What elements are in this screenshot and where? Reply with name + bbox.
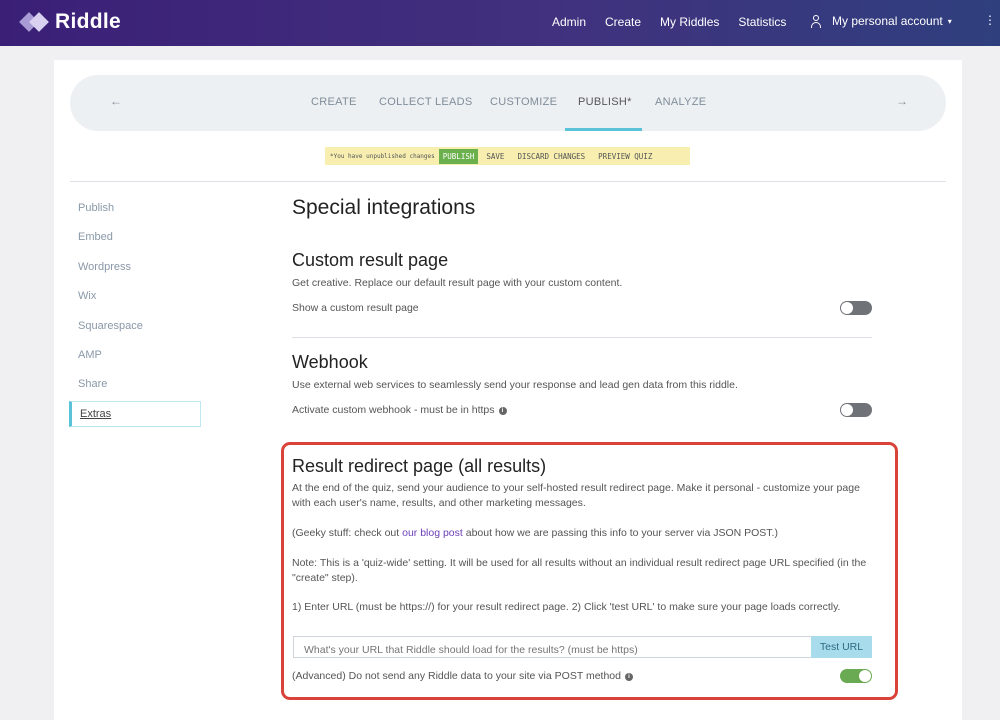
tab-customize[interactable]: CUSTOMIZE (490, 96, 557, 108)
sidebar-item-amp[interactable]: AMP (78, 349, 102, 361)
discard-changes-button[interactable]: DISCARD CHANGES (517, 152, 585, 161)
chevron-down-icon: ▾ (947, 16, 952, 26)
sidebar-item-wix[interactable]: Wix (78, 290, 96, 302)
sidebar-item-extras-label: Extras (80, 408, 112, 420)
divider (70, 181, 946, 182)
sidebar-item-publish[interactable]: Publish (78, 202, 114, 214)
custom-result-heading: Custom result page (292, 250, 449, 270)
test-url-button[interactable]: Test URL (811, 636, 872, 658)
custom-result-toggle[interactable] (840, 301, 872, 315)
redirect-heading: Result redirect page (all results) (292, 456, 547, 476)
webhook-toggle[interactable] (840, 403, 872, 417)
sidebar-item-wordpress[interactable]: Wordpress (78, 261, 131, 273)
webhook-heading: Webhook (292, 352, 368, 372)
arrow-left-icon[interactable]: ← (110, 94, 122, 108)
custom-result-description: Get creative. Replace our default result… (292, 277, 623, 289)
info-icon[interactable]: i (625, 673, 633, 681)
advanced-post-toggle[interactable] (840, 669, 872, 683)
blog-post-link[interactable]: our blog post (402, 527, 463, 539)
top-navbar: Riddle Admin Create My Riddles Statistic… (0, 0, 1000, 46)
page-title: Special integrations (292, 196, 476, 219)
advanced-toggle-label: (Advanced) Do not send any Riddle data t… (292, 670, 621, 682)
webhook-toggle-row: Activate custom webhook - must be in htt… (292, 404, 507, 416)
tab-collect-leads[interactable]: COLLECT LEADS (379, 96, 473, 108)
arrow-right-icon[interactable]: → (896, 94, 908, 108)
geeky-text-end: about how we are passing this info to yo… (462, 527, 778, 539)
user-icon (810, 14, 822, 28)
unpublished-changes-bar: *You have unpublished changes PUBLISH SA… (325, 147, 690, 165)
section-divider (292, 337, 872, 338)
unpublished-message: *You have unpublished changes (330, 152, 435, 160)
riddle-logo[interactable]: Riddle (19, 10, 121, 34)
preview-quiz-button[interactable]: PREVIEW QUIZ (598, 152, 652, 161)
active-tab-indicator (565, 128, 642, 131)
nav-link-statistics[interactable]: Statistics (738, 15, 786, 29)
nav-link-my-riddles[interactable]: My Riddles (660, 15, 719, 29)
tab-publish[interactable]: PUBLISH* (578, 96, 632, 108)
geeky-text-start: (Geeky stuff: check out (292, 527, 403, 539)
nav-links: Admin Create My Riddles Statistics (552, 15, 805, 29)
tab-create[interactable]: CREATE (311, 96, 357, 108)
publish-button[interactable]: PUBLISH (438, 148, 479, 164)
redirect-instructions: 1) Enter URL (must be https://) for your… (292, 601, 841, 613)
sidebar-item-share[interactable]: Share (78, 378, 107, 390)
webhook-toggle-label: Activate custom webhook - must be in htt… (292, 404, 495, 416)
sidebar-item-squarespace[interactable]: Squarespace (78, 320, 143, 332)
nav-link-admin[interactable]: Admin (552, 15, 586, 29)
save-button[interactable]: SAVE (486, 152, 504, 161)
more-options-icon[interactable]: ⋮ (984, 14, 996, 26)
advanced-toggle-row: (Advanced) Do not send any Riddle data t… (292, 670, 633, 682)
nav-link-create[interactable]: Create (605, 15, 641, 29)
account-menu[interactable]: My personal account ▾ (810, 14, 952, 28)
info-icon[interactable]: i (498, 407, 507, 415)
webhook-description: Use external web services to seamlessly … (292, 379, 738, 391)
account-label: My personal account (832, 14, 943, 28)
redirect-url-input[interactable] (293, 636, 811, 658)
redirect-geeky-note: (Geeky stuff: check out our blog post ab… (292, 526, 872, 541)
riddle-logo-icon (19, 10, 50, 34)
tab-analyze[interactable]: ANALYZE (655, 96, 706, 108)
sidebar-item-embed[interactable]: Embed (78, 231, 113, 243)
logo-text: Riddle (55, 10, 121, 33)
redirect-note: Note: This is a 'quiz-wide' setting. It … (292, 557, 867, 584)
redirect-description: At the end of the quiz, send your audien… (292, 482, 860, 509)
custom-result-toggle-label: Show a custom result page (292, 302, 419, 314)
